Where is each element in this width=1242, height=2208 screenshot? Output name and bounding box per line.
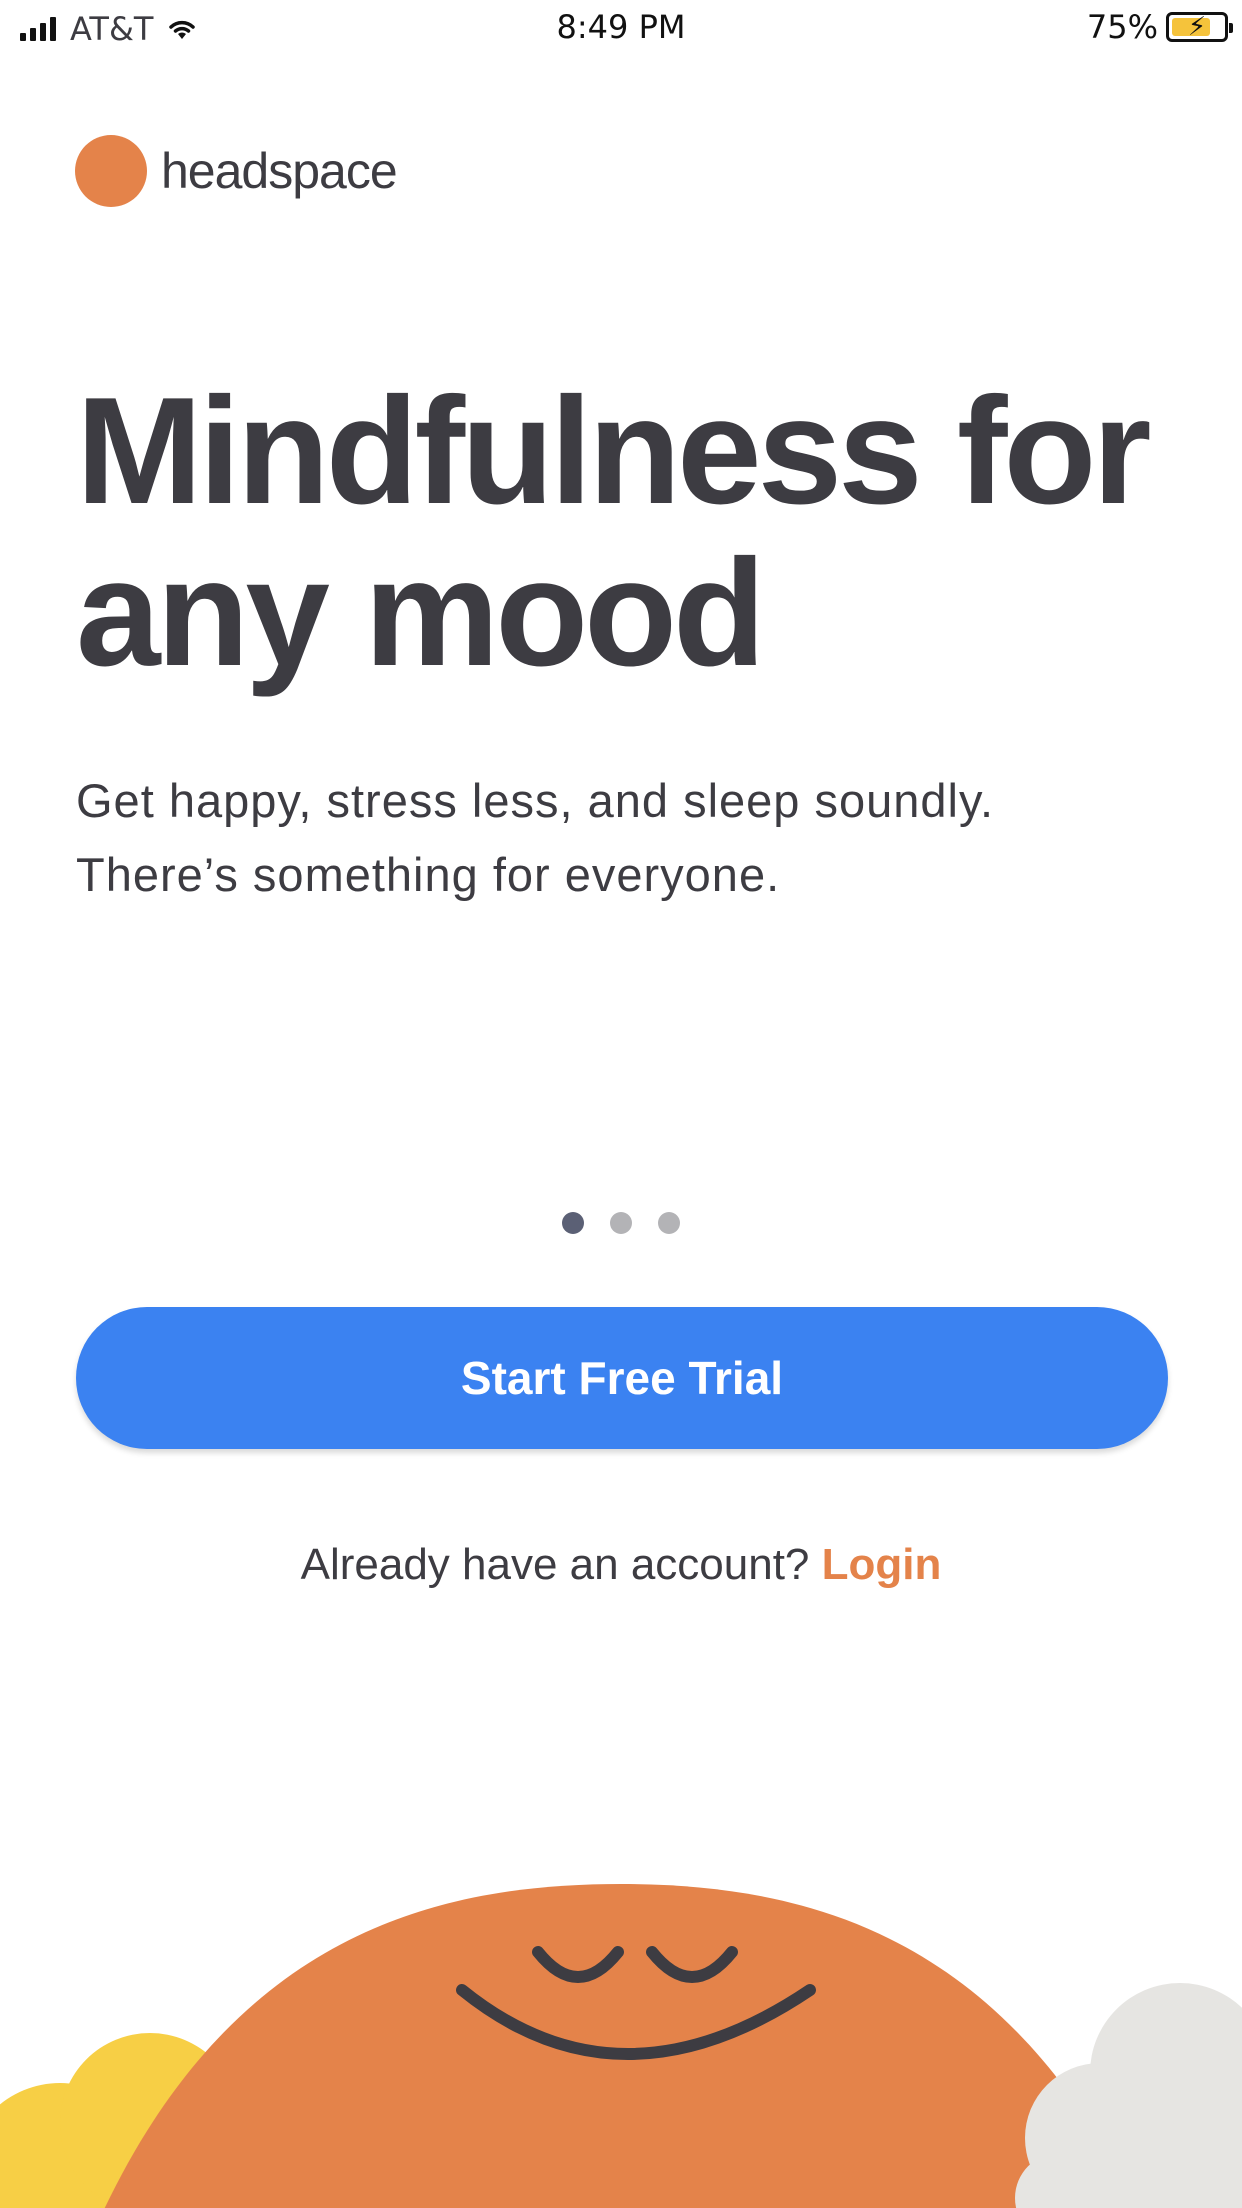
- page-title: Mindfulness for any mood: [76, 370, 1186, 694]
- carousel-dot[interactable]: [610, 1212, 632, 1234]
- battery-icon: ⚡: [1166, 12, 1233, 42]
- subtitle-line-2: There’s something for everyone.: [76, 848, 781, 901]
- brand-name: headspace: [161, 143, 398, 199]
- carousel-indicator[interactable]: [0, 1212, 1242, 1234]
- headline-line-1: Mindfulness for: [76, 366, 1152, 536]
- subtitle: Get happy, stress less, and sleep soundl…: [76, 764, 1116, 912]
- headspace-dot-icon: [75, 135, 147, 207]
- gray-cloud: [1015, 1983, 1242, 2208]
- login-prompt-text: Already have an account?: [300, 1540, 810, 1589]
- sun-body: [104, 1884, 1138, 2208]
- start-free-trial-button[interactable]: Start Free Trial: [76, 1307, 1168, 1449]
- status-right: 75% ⚡: [1086, 8, 1233, 46]
- app-logo: headspace: [75, 135, 398, 207]
- charging-bolt-icon: ⚡: [1187, 12, 1207, 42]
- clock: 8:49 PM: [556, 8, 686, 46]
- status-bar: AT&T 8:49 PM 75% ⚡: [0, 0, 1242, 50]
- carousel-dot[interactable]: [562, 1212, 584, 1234]
- headline-line-2: any mood: [76, 528, 766, 698]
- login-link[interactable]: Login: [822, 1540, 942, 1589]
- battery-percent: 75%: [1086, 8, 1158, 46]
- carousel-dot[interactable]: [658, 1212, 680, 1234]
- sun-illustration: [0, 1884, 1242, 2208]
- subtitle-line-1: Get happy, stress less, and sleep soundl…: [76, 774, 995, 827]
- login-prompt-row: Already have an account? Login: [0, 1540, 1242, 1590]
